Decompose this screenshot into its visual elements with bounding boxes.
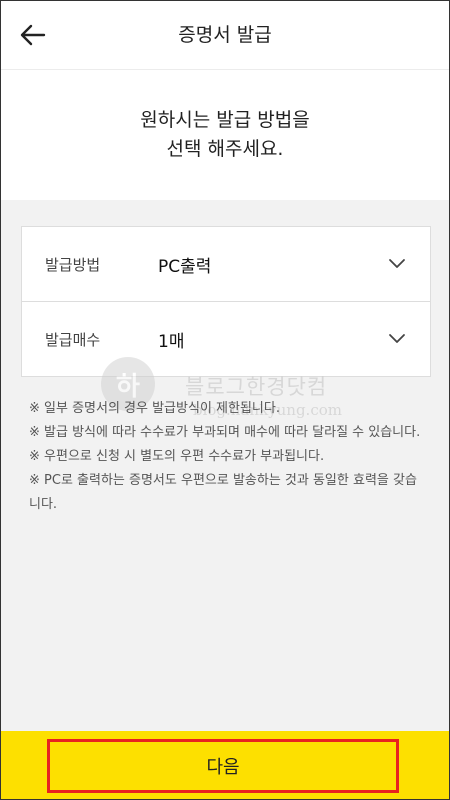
back-button[interactable]: [13, 15, 53, 55]
issuance-method-label: 발급방법: [45, 255, 101, 274]
issuance-count-value: 1매: [158, 331, 185, 352]
notice-item: ※ PC로 출력하는 증명서도 우편으로 발송하는 것과 동일한 효력을 갖습니…: [29, 473, 417, 512]
instruction-text: 원하시는 발급 방법을 선택 해주세요.: [1, 70, 449, 200]
notice-list: ※ 일부 증명서의 경우 발급방식이 제한됩니다. ※ 발급 방식에 따라 수수…: [29, 397, 424, 517]
issuance-count-label: 발급매수: [45, 330, 101, 349]
instruction-line-2: 선택 해주세요.: [166, 138, 284, 160]
screen-frame: 증명서 발급 원하시는 발급 방법을 선택 해주세요. 발급방법 PC출력 발급…: [0, 0, 450, 800]
issuance-form: 발급방법 PC출력 발급매수 1매: [21, 226, 431, 377]
issuance-method-select[interactable]: 발급방법 PC출력: [22, 227, 430, 301]
arrow-left-icon: [20, 24, 46, 46]
issuance-count-select[interactable]: 발급매수 1매: [22, 301, 430, 376]
instruction-line-1: 원하시는 발급 방법을: [140, 109, 310, 131]
next-button[interactable]: 다음: [47, 739, 399, 793]
notice-item: ※ 발급 방식에 따라 수수료가 부과되며 매수에 따라 달라질 수 있습니다.: [29, 425, 421, 440]
chevron-down-icon: [389, 334, 405, 343]
page-title: 증명서 발급: [178, 24, 272, 46]
notice-item: ※ 일부 증명서의 경우 발급방식이 제한됩니다.: [29, 401, 280, 416]
chevron-down-icon: [389, 259, 405, 268]
issuance-method-value: PC출력: [158, 256, 212, 277]
notice-item: ※ 우편으로 신청 시 별도의 우편 수수료가 부과됩니다.: [29, 449, 325, 464]
app-header: 증명서 발급: [1, 1, 449, 70]
bottom-action-bar: 다음: [1, 731, 449, 799]
